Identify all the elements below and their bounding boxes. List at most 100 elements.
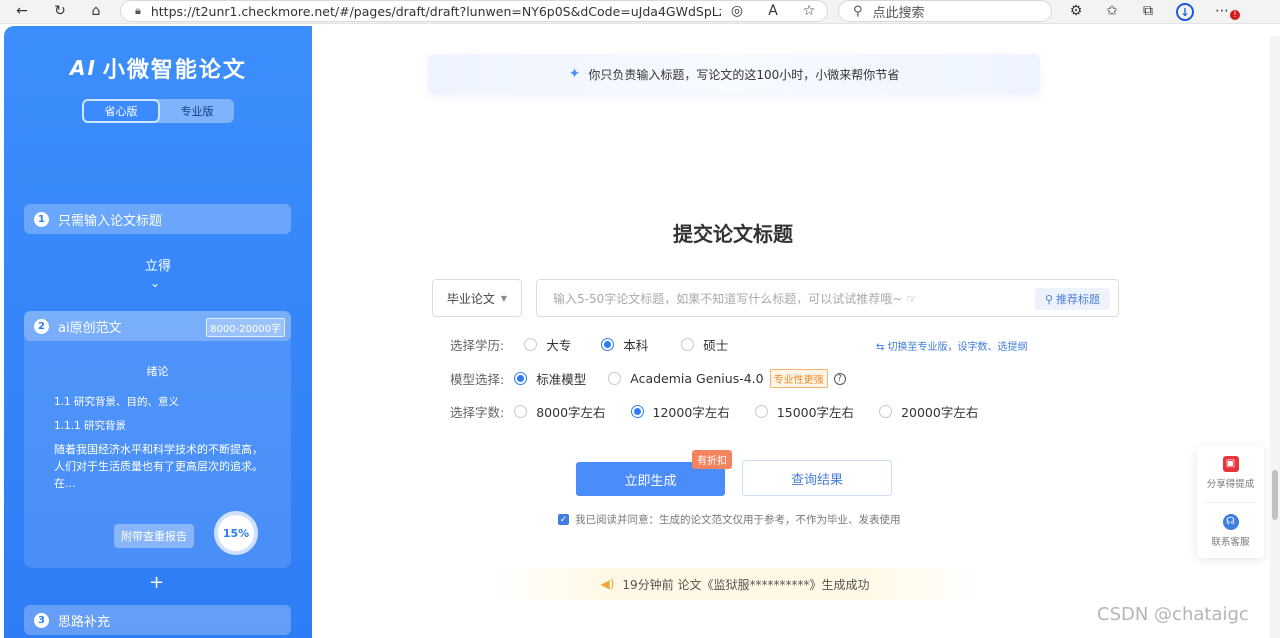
education-option-benke[interactable]: 本科: [601, 335, 648, 354]
sidebar: AI 小微智能论文 省心版 专业版 1 只需输入论文标题 立得 ⌄ 2 ai原创…: [4, 26, 312, 638]
share-commission-button[interactable]: ▣ 分享得提成: [1197, 456, 1264, 490]
words-option-label: 8000字左右: [536, 405, 606, 420]
switch-pro-link[interactable]: ⇆ 切换至专业版，设字数、选提纲: [876, 338, 1028, 353]
address-bar[interactable]: 🔒︎ https://t2unr1.checkmore.net/#/pages/…: [120, 0, 828, 22]
search-icon: ⚲: [853, 3, 863, 19]
step-1-label: 只需输入论文标题: [58, 213, 163, 229]
paper-type-value: 毕业论文: [446, 291, 495, 306]
ai-logo-icon: AI: [70, 56, 97, 80]
version-toggle: 省心版 专业版: [82, 99, 234, 123]
refresh-icon[interactable]: ↻: [52, 3, 68, 19]
plus-icon: +: [149, 572, 165, 593]
radio-dazhuan[interactable]: [524, 338, 538, 351]
extensions-icon[interactable]: ⚙: [1068, 3, 1084, 19]
step-1-number: 1: [34, 211, 49, 227]
home-icon[interactable]: ⌂: [88, 3, 104, 19]
education-option-label: 大专: [546, 338, 572, 353]
chevron-down-icon: ⌄: [150, 276, 161, 290]
model-option-label: 标准模型: [536, 372, 587, 387]
step-2-number: 2: [34, 318, 49, 334]
radio-shuoshi[interactable]: [681, 338, 695, 351]
model-label: 模型选择:: [450, 372, 505, 387]
caret-down-icon: ▼: [500, 293, 508, 303]
step-3-label: 思路补充: [58, 614, 111, 630]
recommend-title-label: 推荐标题: [1056, 293, 1100, 306]
words-row: 选择字数: 8000字左右 12000字左右 15000字左右 20000字左右: [450, 402, 978, 421]
logo-text: 小微智能论文: [102, 58, 247, 83]
model-option-academia[interactable]: Academia Genius-4.0: [608, 371, 764, 386]
gift-icon: ▣: [1222, 456, 1239, 472]
sample-essay-card: 2 ai原创范文 8000-20000字 绪论 1.1 研究背景、目的、意义 1…: [24, 311, 291, 568]
words-option-20000[interactable]: 20000字左右: [879, 402, 978, 421]
step-2-label: ai原创范文: [58, 320, 122, 336]
title-input-placeholder: 输入5-50字论文标题，如果不知道写什么标题，可以试试推荐哦~ ☞: [553, 291, 917, 306]
word-range-badge: 8000-20000字: [206, 318, 285, 337]
radio-12000[interactable]: [630, 405, 644, 418]
education-option-label: 本科: [623, 338, 649, 353]
scroll-thumb[interactable]: [1272, 470, 1278, 520]
discount-badge: 有折扣: [692, 450, 732, 469]
education-label: 选择学历:: [450, 338, 505, 353]
education-option-dazhuan[interactable]: 大专: [524, 335, 571, 354]
radio-academia-model[interactable]: [608, 372, 622, 385]
essay-heading: 绪论: [146, 365, 169, 378]
notification-badge: !: [1230, 10, 1240, 20]
more-menu-icon[interactable]: ⋯: [1214, 3, 1230, 19]
model-row: 模型选择: 标准模型 Academia Genius-4.0 专业性更强 ?: [450, 369, 846, 388]
share-label: 分享得提成: [1206, 479, 1255, 490]
watermark: CSDN @chataigc: [1097, 604, 1249, 625]
search-placeholder: 点此搜索: [872, 5, 925, 21]
logo: AI 小微智能论文: [70, 52, 247, 84]
pro-tag: 专业性更强: [769, 369, 828, 388]
words-label: 选择字数:: [450, 405, 505, 420]
download-icon[interactable]: ↓: [1176, 3, 1194, 21]
words-option-15000[interactable]: 15000字左右: [754, 402, 854, 421]
essay-paragraph: 随着我国经济水平和科学技术的不断提高，人们对于生活质量也有了更高层次的追求。在.…: [54, 443, 263, 490]
words-option-label: 12000字左右: [652, 405, 730, 420]
radio-15000[interactable]: [754, 405, 768, 418]
customer-service-button[interactable]: ☊ 联系客服: [1197, 514, 1264, 548]
words-option-8000[interactable]: 8000字左右: [514, 402, 606, 421]
essay-section-2: 1.1.1 研究背景: [54, 420, 127, 432]
radio-benke[interactable]: [601, 338, 615, 351]
version-easy-tab[interactable]: 省心版: [82, 99, 160, 123]
radio-20000[interactable]: [879, 405, 893, 418]
reader-icon[interactable]: ◎: [729, 3, 745, 19]
url-text: https://t2unr1.checkmore.net/#/pages/dra…: [150, 3, 721, 19]
step-1: 1 只需输入论文标题: [24, 204, 291, 234]
headset-icon: ☊: [1222, 514, 1239, 530]
agree-checkbox[interactable]: ✓: [558, 514, 569, 525]
speaker-icon: ◀): [600, 577, 615, 591]
back-arrow-icon[interactable]: ←: [14, 3, 30, 19]
title-input[interactable]: 输入5-50字论文标题，如果不知道写什么标题，可以试试推荐哦~ ☞ ⚲ 推荐标题: [536, 279, 1119, 317]
radio-standard-model[interactable]: [514, 372, 528, 385]
step-3-number: 3: [34, 612, 49, 628]
words-option-label: 20000字左右: [901, 405, 979, 420]
report-tag: 附带查重报告: [114, 524, 194, 548]
favorite-star-icon[interactable]: ☆: [801, 3, 817, 19]
help-icon[interactable]: ?: [833, 372, 846, 385]
agreement: ✓ 我已阅读并同意：生成的论文范文仅用于参考，不作为毕业、发表使用: [558, 512, 901, 527]
browser-search-box[interactable]: ⚲ 点此搜索: [838, 0, 1052, 22]
words-option-12000[interactable]: 12000字左右: [630, 402, 730, 421]
essay-section-1: 1.1 研究背景、目的、意义: [54, 396, 180, 408]
divider: [1205, 502, 1256, 503]
floating-panel: ▣ 分享得提成 ☊ 联系客服: [1197, 446, 1264, 558]
education-option-shuoshi[interactable]: 硕士: [681, 335, 728, 354]
paper-type-select[interactable]: 毕业论文 ▼: [432, 279, 522, 317]
radio-8000[interactable]: [514, 405, 528, 418]
read-aloud-icon[interactable]: A: [765, 3, 781, 19]
slogan-text: 你只负责输入标题，写论文的这100小时，小微来帮你节省: [588, 67, 900, 82]
step-2: 2 ai原创范文 8000-20000字: [24, 311, 291, 341]
recommend-title-button[interactable]: ⚲ 推荐标题: [1034, 288, 1110, 310]
education-row: 选择学历: 大专 本科 硕士: [450, 335, 728, 354]
model-option-label: Academia Genius-4.0: [630, 371, 764, 386]
version-pro-tab[interactable]: 专业版: [160, 99, 234, 123]
scrollbar[interactable]: [1270, 36, 1280, 638]
browser-toolbar: ← ↻ ⌂ 🔒︎ https://t2unr1.checkmore.net/#/…: [0, 0, 1280, 24]
collections-icon[interactable]: ⧉: [1140, 3, 1156, 19]
favorites-icon[interactable]: ✩: [1104, 3, 1120, 19]
model-option-standard[interactable]: 标准模型: [514, 369, 586, 388]
query-result-button[interactable]: 查询结果: [742, 460, 892, 496]
search-icon: ⚲: [1044, 292, 1053, 306]
